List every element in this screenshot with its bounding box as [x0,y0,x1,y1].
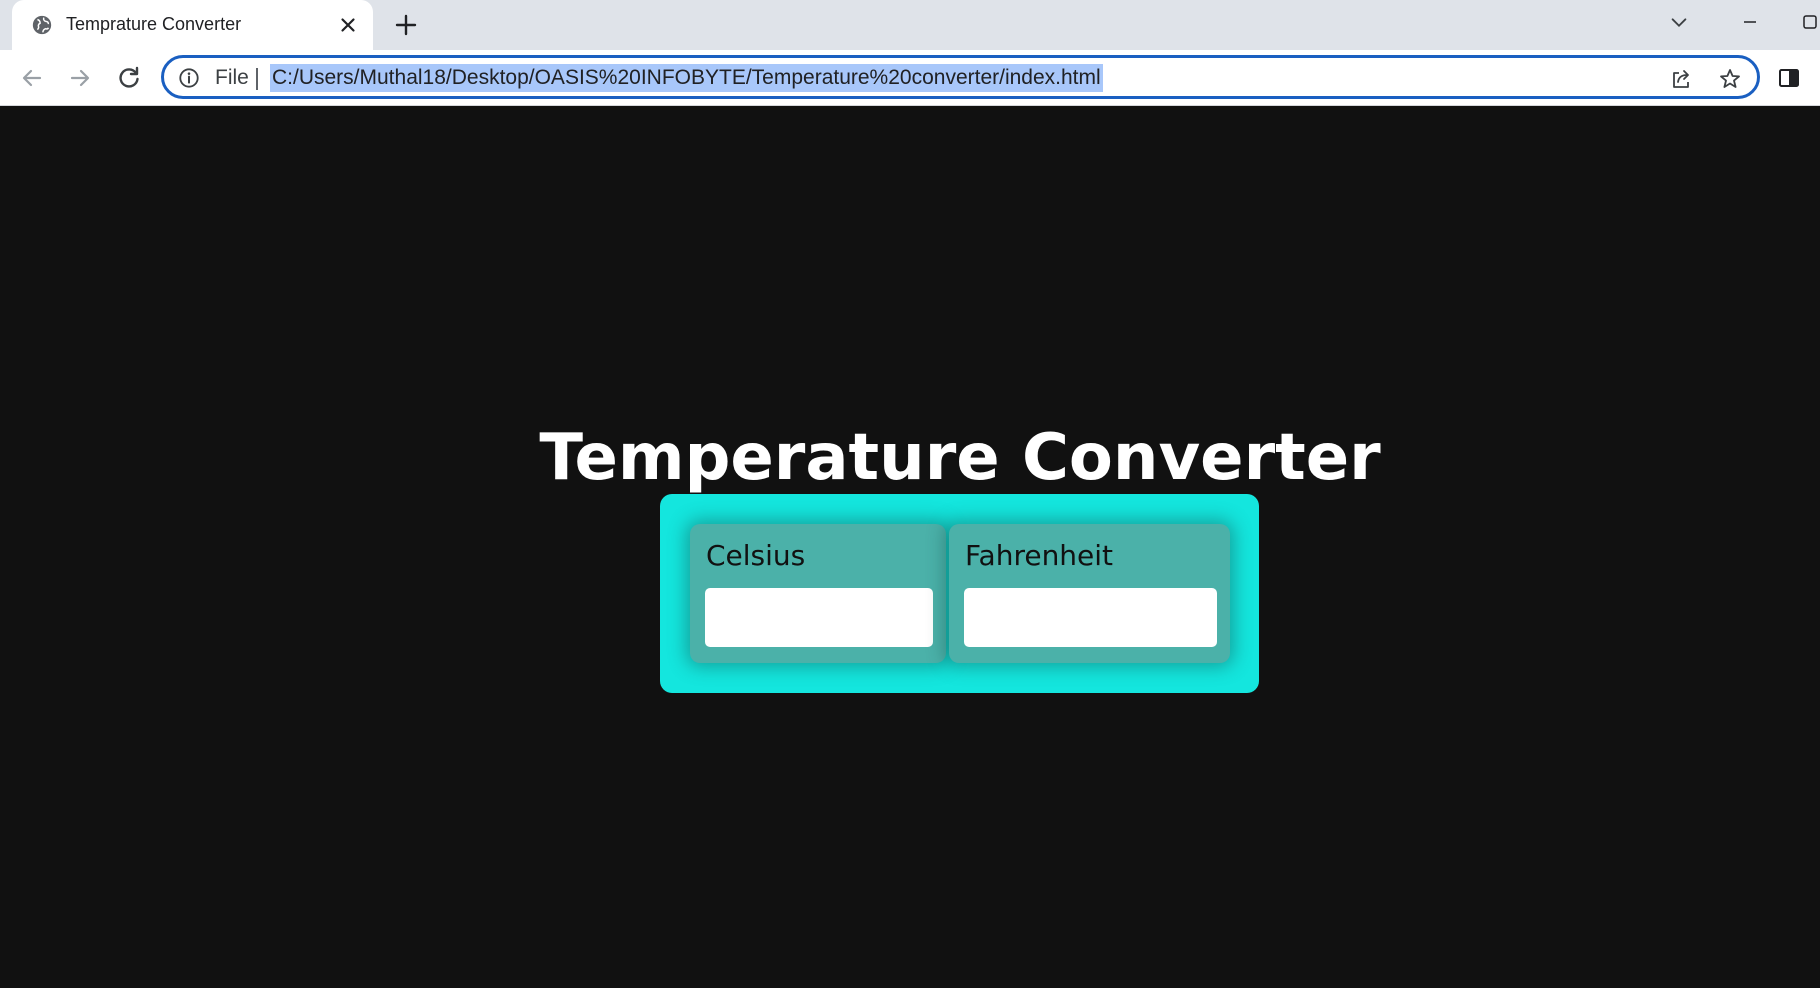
fahrenheit-input[interactable] [964,588,1217,647]
page-title: Temperature Converter [539,421,1381,495]
tab-active[interactable]: Temprature Converter [12,0,373,50]
page-content: Temperature Converter Celsius Fahrenheit [0,107,1820,988]
converter-panel: Celsius Fahrenheit [660,494,1259,693]
reload-icon[interactable] [114,63,144,93]
tab-title: Temprature Converter [66,14,242,34]
address-bar[interactable]: File C:/Users/Muthal18/Desktop/OASIS%20I… [161,55,1760,99]
celsius-input[interactable] [705,588,933,647]
fahrenheit-label: Fahrenheit [965,539,1114,572]
maximize-icon[interactable] [1795,10,1820,34]
tab-strip: Temprature Converter [0,0,1820,50]
celsius-label: Celsius [706,539,806,572]
minimize-icon[interactable] [1735,10,1765,34]
globe-icon [32,15,52,35]
browser-window: Temprature Converter File C:/Users/Mutha… [0,0,1820,988]
arrow-right-icon[interactable] [65,63,95,93]
divider [256,68,258,90]
celsius-card: Celsius [690,524,946,663]
star-icon[interactable] [1718,67,1742,91]
fahrenheit-card: Fahrenheit [949,524,1230,663]
close-icon[interactable] [337,14,359,36]
scheme-label: File [215,66,249,89]
share-icon[interactable] [1669,67,1693,91]
info-icon[interactable] [178,67,200,89]
plus-icon[interactable] [394,13,418,37]
arrow-left-icon[interactable] [17,63,47,93]
browser-toolbar: File C:/Users/Muthal18/Desktop/OASIS%20I… [0,50,1820,106]
side-panel-icon[interactable] [1777,66,1801,90]
chevron-down-icon[interactable] [1668,12,1690,34]
url-text[interactable]: C:/Users/Muthal18/Desktop/OASIS%20INFOBY… [270,64,1103,92]
